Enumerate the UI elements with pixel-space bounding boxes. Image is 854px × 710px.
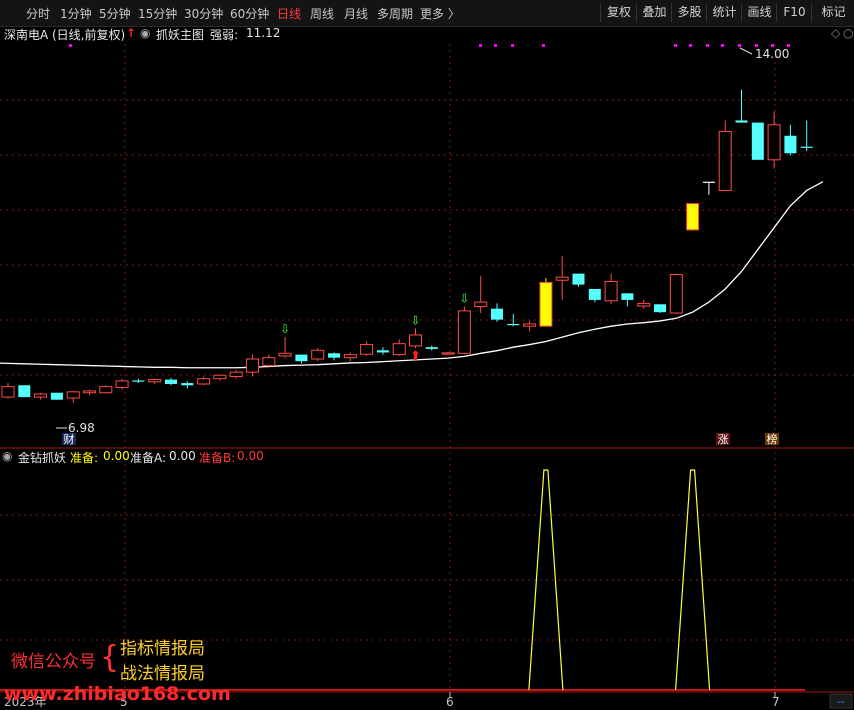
buy-signal-arrow-icon-0: ⇩ <box>280 322 290 336</box>
candle-body-48[interactable] <box>784 135 797 154</box>
candle-body-25[interactable] <box>409 334 422 347</box>
dropdown-circle-icon[interactable]: ◉ <box>2 449 12 463</box>
buy-signal-arrow-icon-2: ⇩ <box>459 291 469 305</box>
candle-body-13[interactable] <box>213 374 227 380</box>
watermark-url: www.zhibiao168.com <box>4 683 231 705</box>
magenta-signal-dot-7 <box>706 44 709 47</box>
candle-body-41[interactable] <box>669 274 683 314</box>
candle-body-12[interactable] <box>197 378 211 385</box>
badge-zhang[interactable]: 涨 <box>718 433 729 446</box>
buy-signal-arrow-icon-1: ⇩ <box>410 313 420 327</box>
candle-body-15[interactable] <box>246 358 259 373</box>
candle-body-23[interactable] <box>376 350 389 353</box>
scroll-end-icon[interactable]: -- <box>837 695 845 708</box>
ready-value: 0.00 <box>103 449 130 463</box>
red-up-arrow-icon-chart: ⬆ <box>410 349 421 364</box>
candle-body-36[interactable] <box>588 288 601 300</box>
magenta-signal-dot-1 <box>479 44 482 47</box>
candle-body-37[interactable] <box>604 281 618 302</box>
high-price-label: 14.00 <box>755 47 789 61</box>
candle-body-16[interactable] <box>262 357 276 367</box>
candle-body-32[interactable] <box>523 323 537 327</box>
magenta-signal-dot-4 <box>542 44 545 47</box>
magenta-signal-dot-6 <box>689 44 692 47</box>
candle-body-17[interactable] <box>278 352 292 357</box>
candle-body-40[interactable] <box>654 304 666 313</box>
candle-body-1[interactable] <box>18 385 31 398</box>
candle-body-3[interactable] <box>50 392 63 400</box>
magenta-signal-dot-3 <box>511 44 514 47</box>
candle-body-11[interactable] <box>181 383 194 386</box>
magenta-signal-dot-8 <box>721 44 724 47</box>
magenta-signal-dot-2 <box>494 44 497 47</box>
candle-body-39[interactable] <box>637 302 651 307</box>
signal-peak-1 <box>675 469 711 691</box>
candle-body-4[interactable] <box>66 391 80 399</box>
candle-body-35[interactable] <box>572 273 585 285</box>
candle-body-7[interactable] <box>115 380 129 388</box>
high-price-pointer <box>739 47 753 55</box>
ready-b-label: 准备B: <box>199 451 236 465</box>
ready-label: 准备: <box>70 451 99 465</box>
candle-body-43[interactable] <box>702 181 715 183</box>
magenta-signal-dot-5 <box>674 44 677 47</box>
ready-b-value: 0.00 <box>237 449 264 463</box>
candle-body-42[interactable] <box>686 203 700 231</box>
candle-body-49[interactable] <box>800 146 813 148</box>
candle-body-46[interactable] <box>751 122 764 160</box>
brace-icon: { <box>100 640 120 675</box>
candle-body-31[interactable] <box>507 323 520 326</box>
candle-body-34[interactable] <box>555 276 569 281</box>
ready-a-label: 准备A: <box>130 451 167 465</box>
candle-body-20[interactable] <box>328 353 340 358</box>
time-axis-label-2: 6 <box>446 695 454 709</box>
candle-body-27[interactable] <box>441 352 455 355</box>
badge-bang[interactable]: 榜 <box>767 432 778 446</box>
ready-a-value: 0.00 <box>169 449 196 463</box>
badge-cai[interactable]: 财 <box>64 432 75 446</box>
magenta-signal-dot-9 <box>738 44 741 47</box>
wechat-label: 微信公众号 <box>11 652 96 672</box>
candle-body-22[interactable] <box>360 344 374 355</box>
candle-body-44[interactable] <box>718 130 732 191</box>
candle-body-47[interactable] <box>767 124 781 161</box>
candle-body-38[interactable] <box>621 293 634 300</box>
candle-body-18[interactable] <box>295 354 308 362</box>
candle-body-8[interactable] <box>132 380 145 382</box>
candle-body-2[interactable] <box>34 393 48 398</box>
candle-body-10[interactable] <box>165 379 177 384</box>
time-axis-label-3: 7 <box>772 695 780 709</box>
candle-body-33[interactable] <box>539 281 553 327</box>
candle-body-21[interactable] <box>343 354 357 359</box>
candle-body-24[interactable] <box>392 343 406 356</box>
candle-body-14[interactable] <box>229 371 243 378</box>
candle-body-29[interactable] <box>474 301 488 307</box>
candle-body-45[interactable] <box>735 120 748 123</box>
candle-body-19[interactable] <box>311 349 325 360</box>
candle-body-6[interactable] <box>99 386 113 394</box>
watermark-line1: 指标情报局 <box>120 639 205 659</box>
kline-chart[interactable]: ⇩⇩⇩⬆14.006.98财涨榜2023年 5 6 7 -- <box>0 0 854 710</box>
candle-body-5[interactable] <box>83 390 96 394</box>
lower-indicator-bar: ◉ 金钻抓妖 准备: 0.00 准备A: 0.00 准备B: 0.00 <box>0 449 854 465</box>
watermark-line2: 战法情报局 <box>120 664 205 684</box>
lower-indicator-name[interactable]: 金钻抓妖 <box>18 449 66 466</box>
candle-body-9[interactable] <box>148 379 162 383</box>
magenta-signal-dot-0 <box>69 44 72 47</box>
candle-body-0[interactable] <box>1 386 15 398</box>
candle-body-28[interactable] <box>457 310 471 354</box>
candle-body-26[interactable] <box>425 347 438 349</box>
candle-body-30[interactable] <box>491 308 503 320</box>
